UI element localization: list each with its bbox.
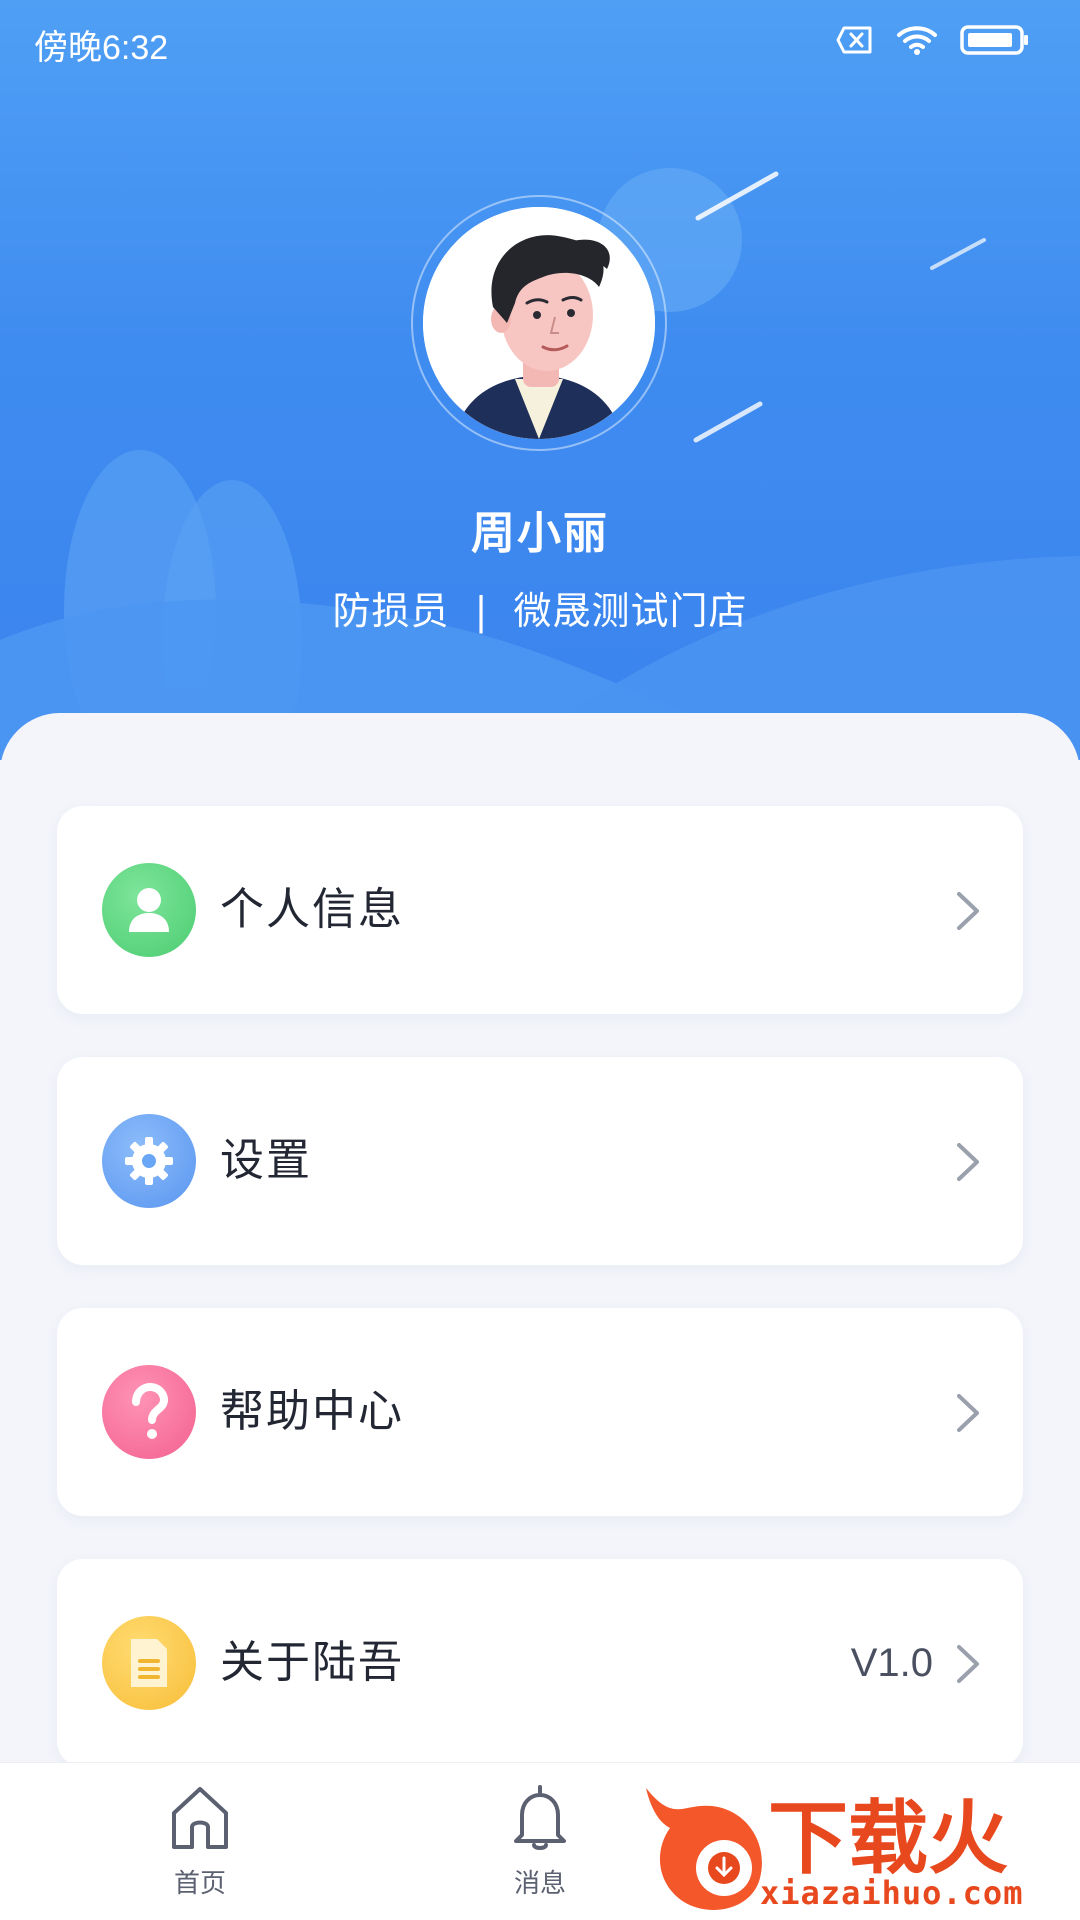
menu-item-label: 帮助中心 — [220, 1386, 404, 1437]
role-separator: | — [474, 589, 489, 633]
avatar-illustration — [423, 207, 655, 439]
chevron-right-icon — [957, 1645, 979, 1683]
battery-icon — [960, 25, 1028, 55]
user-store: 微晟测试门店 — [513, 589, 748, 633]
sim-blocked-icon — [836, 26, 872, 54]
tab-label: 消息 — [513, 1869, 566, 1899]
watermark-site: xiazaihuo.com — [760, 1874, 1024, 1912]
tab-home[interactable]: 首页 — [100, 1763, 300, 1920]
person-icon — [102, 863, 196, 957]
menu-panel: 个人信息 设置 帮助中心 关于陆吾 V1.0 — [0, 713, 1080, 1767]
profile-header: 傍晚6:32 周小丽 防损员 | 微晟测试门店 — [0, 0, 1080, 760]
tab-label: 首页 — [173, 1869, 226, 1899]
menu-item-label: 关于陆吾 — [220, 1637, 404, 1688]
avatar-ring[interactable] — [411, 195, 667, 451]
chevron-right-icon — [957, 1143, 979, 1181]
menu-item-help-center[interactable]: 帮助中心 — [57, 1308, 1023, 1516]
menu-item-about[interactable]: 关于陆吾 V1.0 — [57, 1559, 1023, 1767]
question-icon — [102, 1365, 196, 1459]
gear-icon — [102, 1114, 196, 1208]
wifi-icon — [897, 26, 937, 55]
menu-item-personal-info[interactable]: 个人信息 — [57, 806, 1023, 1014]
watermark-logo-text: 下载火 — [768, 1792, 1008, 1885]
menu-item-label: 个人信息 — [220, 884, 404, 935]
avatar[interactable] — [423, 207, 655, 439]
status-icons — [836, 24, 1030, 56]
status-bar: 傍晚6:32 — [0, 0, 1080, 84]
menu-item-label: 设置 — [220, 1135, 312, 1186]
tab-messages[interactable]: 消息 — [440, 1763, 640, 1920]
menu-item-settings[interactable]: 设置 — [57, 1057, 1023, 1265]
chevron-right-icon — [957, 1394, 979, 1432]
app-version: V1.0 — [850, 1641, 933, 1685]
watermark: 下载火 xiazaihuo.com — [640, 1778, 1080, 1920]
user-name: 周小丽 — [471, 508, 609, 559]
home-icon — [172, 1787, 228, 1849]
chevron-right-icon — [957, 892, 979, 930]
user-role-line: 防损员 | 微晟测试门店 — [0, 580, 1080, 635]
document-icon — [102, 1616, 196, 1710]
user-role: 防损员 — [332, 589, 450, 633]
status-time: 傍晚6:32 — [34, 29, 169, 67]
bell-icon — [514, 1785, 566, 1850]
